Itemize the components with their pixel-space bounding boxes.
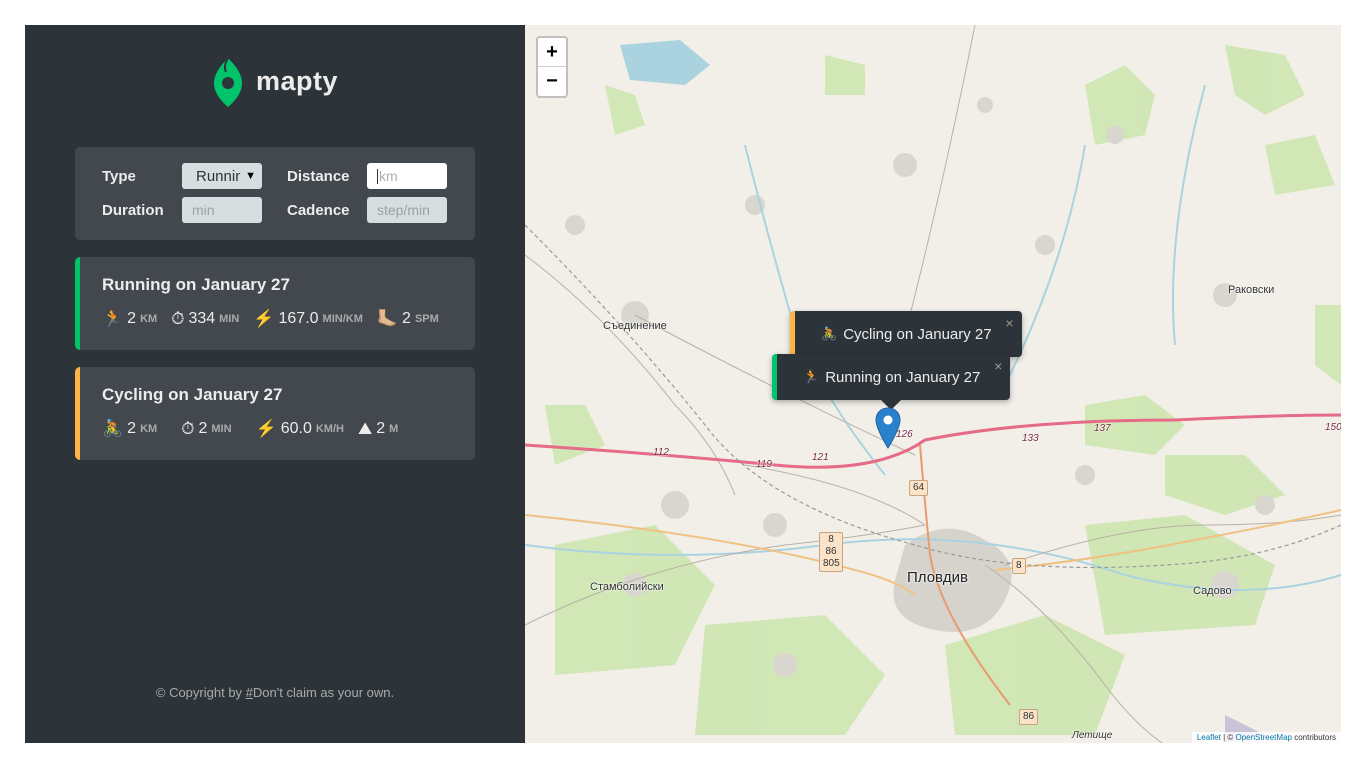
- attribution-sep: | ©: [1220, 733, 1236, 742]
- osm-link[interactable]: OpenStreetMap: [1235, 733, 1291, 742]
- road-shield: 64: [909, 480, 929, 496]
- road-shield: 8 86 805: [819, 532, 843, 572]
- workout-title: Running on January 27: [102, 275, 290, 294]
- close-icon[interactable]: ×: [994, 358, 1002, 374]
- workout-unit: min: [219, 313, 240, 325]
- type-label: Type: [102, 167, 136, 185]
- place-label: Раковски: [1228, 284, 1275, 296]
- distance-label: Distance: [287, 167, 350, 185]
- duration-input[interactable]: min: [182, 197, 262, 223]
- road-shield-number: 86: [825, 546, 837, 557]
- workout-item-running[interactable]: Running on January 27 🏃 2 km ⏱ 334 min ⚡…: [75, 257, 475, 350]
- workout-value: 2: [402, 310, 411, 327]
- type-select[interactable]: Running ▼: [182, 163, 262, 189]
- zoom-out-button[interactable]: −: [538, 67, 566, 96]
- place-label: Пловдив: [907, 569, 968, 586]
- map-attribution: Leaflet | © OpenStreetMap contributors: [1191, 732, 1341, 743]
- workout-unit: km/h: [315, 423, 344, 435]
- lightning-icon: ⚡️: [255, 419, 277, 438]
- copyright-link[interactable]: #: [246, 685, 253, 700]
- workout-unit: spm: [414, 313, 439, 325]
- cadence-input[interactable]: step/min: [367, 197, 447, 223]
- road-number: 119: [756, 459, 772, 470]
- cadence-placeholder: step/min: [377, 202, 430, 218]
- road-shield: 86: [1019, 709, 1039, 725]
- cyclist-icon: 🚴: [102, 419, 124, 438]
- stopwatch-icon: ⏱: [181, 419, 195, 438]
- road-number: 133: [1022, 433, 1039, 444]
- map[interactable]: + − Съединение Раковски Пловдив Стамболи…: [525, 25, 1341, 743]
- stopwatch-icon: ⏱: [171, 309, 185, 328]
- road-number: 112: [653, 447, 669, 458]
- popup-text: Running on January 27: [825, 368, 981, 386]
- place-label: Садово: [1193, 585, 1232, 597]
- foot-icon: 🦶🏼: [376, 309, 399, 328]
- lightning-icon: ⚡️: [253, 309, 275, 328]
- copyright: © Copyright by #Don't claim as your own.: [25, 685, 525, 700]
- workout-detail-duration: ⏱ 334 min: [171, 309, 239, 329]
- road-number: 121: [812, 452, 829, 463]
- logo-text: mapty: [255, 65, 339, 96]
- runner-icon: 🏃: [102, 309, 124, 328]
- zoom-control: + −: [536, 36, 568, 98]
- distance-placeholder: km: [379, 168, 398, 184]
- map-pin-logo-icon: [213, 57, 242, 107]
- place-label: Стамболийски: [590, 581, 664, 593]
- copyright-suffix: Don't claim as your own.: [252, 685, 395, 700]
- workout-item-cycling[interactable]: Cycling on January 27 🚴 2 km ⏱ 2 min ⚡️ …: [75, 367, 475, 460]
- workout-details: 🚴 2 km ⏱ 2 min ⚡️ 60.0 km/h ⛰ 2 m: [102, 419, 475, 439]
- runner-icon: 🏃: [803, 369, 820, 384]
- workout-detail-speed: ⚡️ 60.0 km/h: [256, 419, 344, 439]
- workout-unit: km: [140, 313, 158, 325]
- workout-detail-duration: ⏱ 2 min: [181, 419, 231, 439]
- logo: mapty: [25, 55, 525, 107]
- mountain-icon: ⛰: [357, 419, 373, 438]
- workout-title: Cycling on January 27: [102, 385, 283, 404]
- workout-form: Type Running ▼ Distance km Duration min …: [75, 147, 475, 240]
- type-select-value: Running: [196, 167, 240, 185]
- attribution-tail: contributors: [1291, 733, 1336, 742]
- workout-detail-elevation: ⛰ 2 m: [358, 419, 398, 439]
- workout-unit: min: [211, 423, 232, 435]
- workout-unit: min/km: [322, 313, 363, 325]
- distance-input[interactable]: km: [367, 163, 447, 189]
- popup-text: Cycling on January 27: [843, 325, 992, 343]
- road-number: 150: [1325, 422, 1341, 433]
- workout-value: 167.0: [278, 310, 319, 327]
- workout-details: 🏃 2 km ⏱ 334 min ⚡️ 167.0 min/km 🦶🏼 2: [102, 309, 475, 329]
- road-shield-number: 805: [823, 558, 840, 569]
- cadence-label: Cadence: [287, 201, 350, 219]
- place-label: Съединение: [603, 320, 667, 332]
- app: mapty Type Running ▼ Distance km Duratio…: [25, 25, 1341, 743]
- workout-value: 60.0: [280, 420, 312, 437]
- popup-running[interactable]: 🏃 Running on January 27 ×: [772, 354, 1011, 410]
- map-marker-icon[interactable]: [875, 407, 901, 449]
- place-label: Летище: [1072, 730, 1113, 741]
- workout-detail-pace: ⚡️ 167.0 min/km: [253, 309, 363, 329]
- duration-placeholder: min: [192, 202, 215, 218]
- workout-detail-distance: 🏃 2 km: [102, 309, 157, 329]
- chevron-down-icon: ▼: [245, 170, 256, 182]
- sidebar: mapty Type Running ▼ Distance km Duratio…: [25, 25, 525, 743]
- cyclist-icon: 🚴: [821, 326, 838, 341]
- duration-label: Duration: [102, 201, 164, 219]
- workout-detail-distance: 🚴 2 km: [102, 419, 157, 439]
- workout-unit: km: [140, 423, 158, 435]
- workout-value: 2: [127, 310, 137, 327]
- leaflet-link[interactable]: Leaflet: [1197, 733, 1221, 742]
- workout-value: 2: [376, 420, 386, 437]
- copyright-prefix: © Copyright by: [155, 685, 246, 700]
- close-icon[interactable]: ×: [1005, 315, 1013, 331]
- road-number: 137: [1094, 423, 1111, 434]
- workout-value: 2: [198, 420, 208, 437]
- road-shield-number: 8: [828, 534, 834, 545]
- workout-unit: m: [389, 423, 399, 435]
- popup-cycling[interactable]: 🚴 Cycling on January 27 ×: [790, 311, 1022, 357]
- workout-value: 2: [127, 420, 137, 437]
- road-shield: 8: [1012, 558, 1026, 574]
- workout-detail-cadence: 🦶🏼 2 spm: [377, 309, 439, 329]
- workout-value: 334: [188, 310, 216, 327]
- zoom-in-button[interactable]: +: [538, 38, 566, 67]
